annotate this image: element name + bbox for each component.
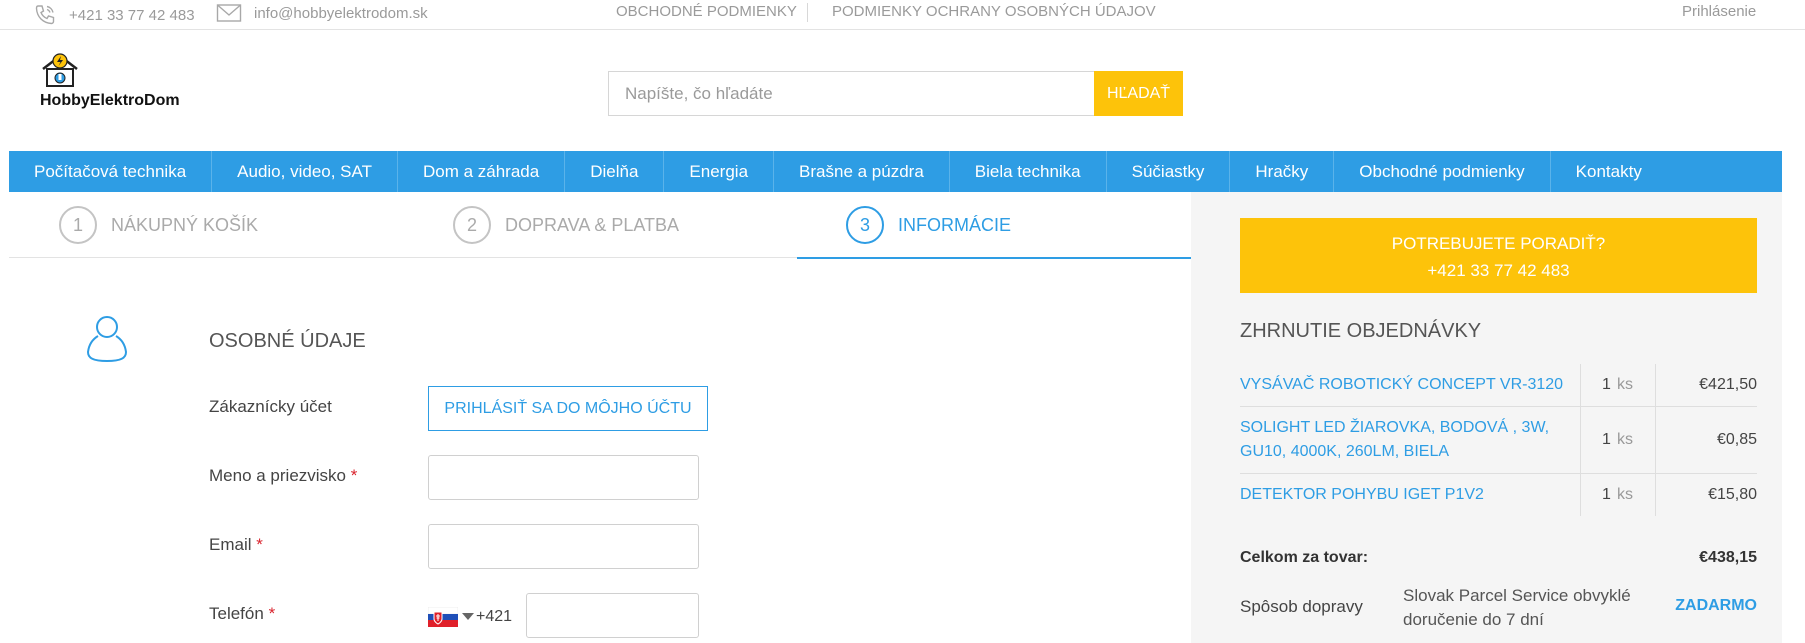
shipping-label: Spôsob dopravy <box>1240 597 1363 616</box>
required-mark: * <box>268 604 276 623</box>
user-icon <box>86 316 128 363</box>
terms-link[interactable]: OBCHODNÉ PODMIENKY <box>616 3 797 20</box>
product-price: €421,50 <box>1655 364 1757 407</box>
chevron-down-icon <box>462 613 474 620</box>
step-cart[interactable]: 1 NÁKUPNÝ KOŠÍK <box>59 206 258 244</box>
nav-item-brasne-a-puzdra[interactable]: Brašne a púzdra <box>774 151 950 192</box>
topbar-phone[interactable]: +421 33 77 42 483 <box>33 3 195 27</box>
product-qty: 1 ks <box>1579 406 1656 474</box>
checkout-main: 1 NÁKUPNÝ KOŠÍK 2 DOPRAVA & PLATBA 3 INF… <box>9 192 1191 643</box>
product-link[interactable]: SOLIGHT LED ŽIAROVKA, BODOVÁ , 3W, GU10,… <box>1240 406 1580 474</box>
product-qty: 1 ks <box>1579 473 1656 516</box>
nav-item-suciastky[interactable]: Súčiastky <box>1107 151 1231 192</box>
help-box[interactable]: POTREBUJETE PORADIŤ? +421 33 77 42 483 <box>1240 218 1757 293</box>
product-price: €15,80 <box>1708 486 1757 503</box>
nav-item-energia[interactable]: Energia <box>664 151 775 192</box>
topbar-email[interactable]: info@hobbyelektrodom.sk <box>216 3 428 23</box>
nav-item-dom-a-zahrada[interactable]: Dom a záhrada <box>398 151 566 192</box>
required-mark: * <box>256 535 263 554</box>
name-label: Meno a priezvisko * <box>209 466 357 486</box>
order-summary-sidebar: POTREBUJETE PORADIŤ? +421 33 77 42 483 Z… <box>1191 192 1782 643</box>
phone-prefix-text: +421 <box>476 608 513 625</box>
product-link[interactable]: VYSÁVAČ ROBOTICKÝ CONCEPT VR-3120 <box>1240 364 1580 407</box>
step-information[interactable]: 3 INFORMÁCIE <box>846 206 1011 244</box>
nav-item-dielna[interactable]: Dielňa <box>565 151 665 192</box>
top-bar: +421 33 77 42 483 info@hobbyelektrodom.s… <box>0 0 1805 30</box>
step-shipping-payment[interactable]: 2 DOPRAVA & PLATBA <box>453 206 679 244</box>
nav-item-obchodne-podmienky[interactable]: Obchodné podmienky <box>1334 151 1551 192</box>
search-button[interactable]: HĽADAŤ <box>1094 71 1183 116</box>
total-label: Celkom za tovar: <box>1240 549 1369 566</box>
qty-unit: ks <box>1616 376 1633 393</box>
shipping-price: ZADARMO <box>1675 597 1757 614</box>
step-number: 3 <box>846 206 884 244</box>
login-account-button[interactable]: PRIHLÁSIŤ SA DO MÔJHO ÚČTU <box>428 386 708 431</box>
nav-item-kontakty[interactable]: Kontakty <box>1551 151 1667 192</box>
step-label: NÁKUPNÝ KOŠÍK <box>111 214 259 235</box>
slovakia-flag-icon <box>428 607 458 627</box>
summary-table: VYSÁVAČ ROBOTICKÝ CONCEPT VR-3120 1 ks €4… <box>1240 364 1757 516</box>
privacy-link[interactable]: PODMIENKY OCHRANY OSOBNÝCH ÚDAJOV <box>832 3 1156 20</box>
step-label: INFORMÁCIE <box>898 214 1012 235</box>
logo[interactable]: HobbyElektroDom <box>40 52 210 118</box>
main-nav: Počítačová technika Audio, video, SAT Do… <box>9 151 1782 192</box>
account-label: Zákaznícky účet <box>209 397 332 416</box>
product-qty: 1 ks <box>1579 364 1656 407</box>
nav-item-audio-video-sat[interactable]: Audio, video, SAT <box>212 151 398 192</box>
logo-text: HobbyElektroDom <box>40 92 180 109</box>
phone-label: Telefón * <box>209 604 275 624</box>
qty-unit: ks <box>1616 431 1633 448</box>
total-value: €438,15 <box>1699 549 1757 566</box>
qty-value: 1 <box>1602 431 1611 448</box>
phone-field[interactable] <box>526 593 699 638</box>
step-number: 2 <box>453 206 491 244</box>
summary-title: ZHRNUTIE OBJEDNÁVKY <box>1240 320 1482 342</box>
active-step-indicator <box>797 257 1191 259</box>
topbar-email-text: info@hobbyelektrodom.sk <box>254 4 428 22</box>
required-mark: * <box>350 466 358 485</box>
table-row: DETEKTOR POHYBU IGET P1V2 1 ks €15,80 <box>1240 473 1757 517</box>
topbar-phone-text: +421 33 77 42 483 <box>69 6 195 24</box>
email-field[interactable] <box>428 524 699 569</box>
goods-total-row: Celkom za tovar: €438,15 <box>1240 549 1757 567</box>
step-number: 1 <box>59 206 97 244</box>
checkout-steps: 1 NÁKUPNÝ KOŠÍK 2 DOPRAVA & PLATBA 3 INF… <box>9 192 1191 259</box>
nav-item-hracky[interactable]: Hračky <box>1230 151 1335 192</box>
phone-country-select[interactable]: +421 <box>428 607 512 627</box>
house-logo-icon <box>42 53 78 87</box>
qty-value: 1 <box>1602 376 1611 393</box>
name-field[interactable] <box>428 455 699 500</box>
personal-info-title: OSOBNÉ ÚDAJE <box>209 330 366 352</box>
shipping-method: Slovak Parcel Service obvyklé doručenie … <box>1403 586 1631 629</box>
topbar-divider <box>807 3 808 22</box>
product-link[interactable]: DETEKTOR POHYBU IGET P1V2 <box>1240 474 1580 517</box>
envelope-icon <box>216 4 242 22</box>
step-label: DOPRAVA & PLATBA <box>505 214 680 235</box>
help-phone: +421 33 77 42 483 <box>1427 261 1570 280</box>
product-price: €0,85 <box>1655 406 1757 474</box>
search-bar: HĽADAŤ <box>608 71 1183 116</box>
table-row: VYSÁVAČ ROBOTICKÝ CONCEPT VR-3120 1 ks €4… <box>1240 364 1757 407</box>
nav-item-biela-technika[interactable]: Biela technika <box>950 151 1107 192</box>
login-link[interactable]: Prihlásenie <box>1682 3 1756 20</box>
phone-icon <box>35 5 55 25</box>
search-input[interactable] <box>608 71 1094 116</box>
help-title: POTREBUJETE PORADIŤ? <box>1391 234 1606 253</box>
email-label: Email * <box>209 535 263 555</box>
qty-unit: ks <box>1616 486 1633 503</box>
email-label-text: Email <box>209 535 252 554</box>
name-label-text: Meno a priezvisko <box>209 466 347 485</box>
nav-item-pocitacova-technika[interactable]: Počítačová technika <box>9 151 213 192</box>
table-row: SOLIGHT LED ŽIAROVKA, BODOVÁ , 3W, GU10,… <box>1240 406 1757 474</box>
qty-value: 1 <box>1602 486 1611 503</box>
phone-label-text: Telefón <box>209 604 264 623</box>
